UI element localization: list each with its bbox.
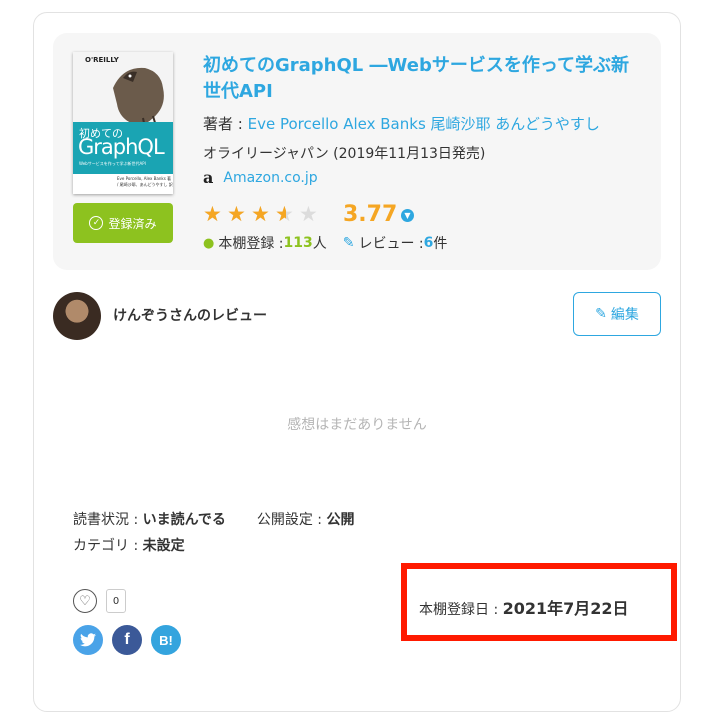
author-links[interactable]: Eve Porcello Alex Banks 尾崎沙耶 あんどうやすし [248, 115, 600, 133]
registered-date-value: 2021年7月22日 [502, 599, 629, 618]
pencil-icon: ✎ [595, 306, 607, 322]
star-fill: ★ [275, 202, 286, 226]
registered-button[interactable]: ✓ 登録済み [73, 203, 173, 243]
author-line: 著者 : Eve Porcello Alex Banks 尾崎沙耶 あんどうやす… [203, 113, 600, 134]
twitter-share-button[interactable] [73, 625, 103, 655]
hatena-bookmark-button[interactable]: B! [151, 625, 181, 655]
review-count[interactable]: 6 [424, 235, 434, 251]
star-icon: ★★ [227, 202, 249, 226]
edit-label: 編集 [610, 307, 639, 323]
heart-icon[interactable]: ♡ [73, 589, 97, 613]
star-fill: ★ [227, 202, 246, 226]
cover-subtitle: Webサービスを作って学ぶ新世代API [79, 161, 146, 166]
reading-status-label: 読書状況 : [73, 512, 143, 528]
avatar[interactable] [53, 292, 101, 340]
rating-value: 3.77 [343, 202, 398, 227]
facebook-icon: f [124, 631, 130, 648]
review-count-unit: 件 [433, 236, 448, 252]
person-icon: ● [203, 235, 215, 251]
star-icon: ★★ [299, 202, 318, 226]
twitter-bird-icon [80, 633, 96, 647]
category-row: カテゴリ : 未設定 [73, 535, 185, 555]
star-fill: ★ [251, 202, 270, 226]
amazon-link[interactable]: a Amazon.co.jp [203, 168, 318, 187]
book-stats: ● 本棚登録 : 113 人 ✎ レビュー : 6 件 [203, 233, 447, 253]
star-fill: ★ [203, 202, 222, 226]
like-count: 0 [106, 589, 126, 613]
cover-title-en: GraphQL [78, 135, 165, 159]
shelf-count-unit: 人 [312, 236, 327, 252]
visibility-label: 公開設定 : [256, 512, 327, 528]
book-cover[interactable]: O'REILLY 初めての GraphQL Webサービスを作って学ぶ新世代AP… [73, 52, 173, 194]
registered-date-row: 本棚登録日 : 2021年7月22日 [419, 595, 629, 619]
star-icon: ★★ [275, 202, 294, 226]
shelf-count[interactable]: 113 [284, 235, 313, 251]
category-label: カテゴリ : [73, 538, 143, 554]
check-circle-icon: ✓ [89, 216, 104, 230]
star-icon: ★★ [203, 202, 225, 226]
registered-date-label: 本棚登録日 : [419, 602, 503, 618]
registered-label: 登録済み [108, 216, 157, 231]
chevron-down-icon[interactable]: ▼ [401, 209, 414, 222]
visibility-value: 公開 [326, 512, 355, 528]
author-prefix: 著者 : [203, 115, 248, 133]
reading-status-value: いま読んでる [142, 512, 226, 528]
rating-stars: ★★★★★★★★★★ [203, 202, 321, 226]
category-value: 未設定 [142, 538, 185, 554]
publisher-info: オライリージャパン (2019年11月13日発売) [203, 146, 486, 162]
amazon-link-label[interactable]: Amazon.co.jp [223, 170, 317, 186]
facebook-share-button[interactable]: f [112, 625, 142, 655]
star-icon: ★★ [251, 202, 273, 226]
reading-status-row: 読書状況 : いま読んでる 公開設定 : 公開 [73, 509, 354, 529]
cover-authors: Eve Porcello, Alex Banks 著 / 尾崎沙耶、あんどうやす… [117, 176, 173, 187]
empty-review-text: 感想はまだありません [287, 417, 427, 433]
amazon-icon: a [203, 168, 214, 187]
pencil-icon: ✎ [342, 235, 355, 251]
edit-button[interactable]: ✎ 編集 [573, 292, 661, 336]
hatena-icon: B! [159, 632, 173, 648]
review-count-label: レビュー : [358, 236, 424, 252]
book-title-link[interactable]: 初めてのGraphQL ―Webサービスを作って学ぶ新世代API [203, 53, 643, 105]
reviewer-heading: けんぞうさんのレビュー [113, 308, 267, 324]
shelf-count-label: 本棚登録 : [218, 236, 284, 252]
